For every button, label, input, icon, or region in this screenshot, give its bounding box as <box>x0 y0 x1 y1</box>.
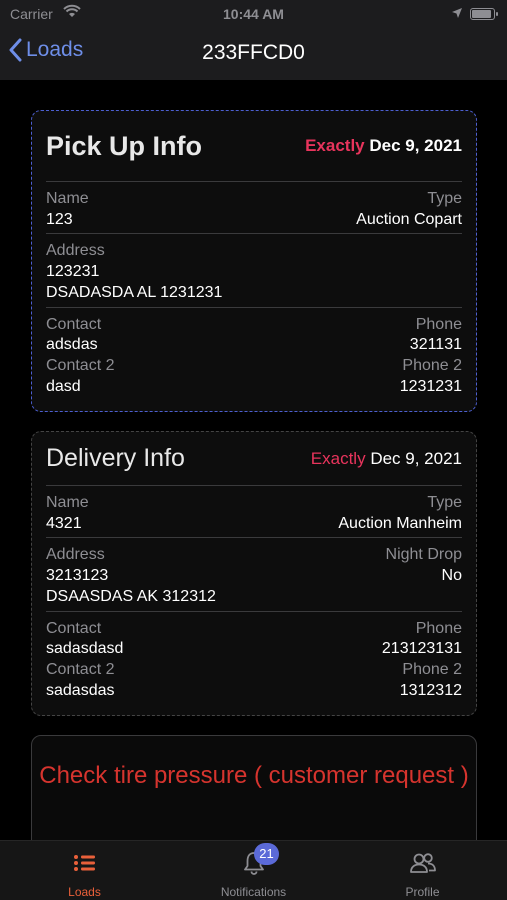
delivery-name-type-section: Name Type 4321 Auction Manheim <box>46 486 462 537</box>
name-label: Name <box>46 494 89 511</box>
note-card: Check tire pressure ( customer request ) <box>31 735 477 840</box>
tab-loads[interactable]: Loads <box>0 841 169 900</box>
battery-icon <box>470 8 498 20</box>
type-label: Type <box>427 494 462 511</box>
tab-profile-label: Profile <box>405 885 440 899</box>
delivery-type-value: Auction Manheim <box>338 514 462 532</box>
name-label: Name <box>46 190 89 207</box>
delivery-address-line2: DSAASDAS AK 312312 <box>46 587 216 605</box>
load-detail-scroll[interactable]: Pick Up Info Exactly Dec 9, 2021 Name Typ… <box>0 80 507 840</box>
pickup-date-qualifier: Exactly <box>305 136 365 155</box>
phone-label: Phone <box>415 315 462 333</box>
pickup-date-value: Dec 9, 2021 <box>369 136 462 155</box>
chevron-left-icon <box>9 38 22 62</box>
clock: 10:44 AM <box>223 6 284 22</box>
pickup-address-line1: 123231 <box>46 263 100 281</box>
pickup-address-section: Address 123231 DSADASDA AL 1231231 <box>46 234 462 306</box>
phone-label: Phone <box>415 619 462 637</box>
delivery-title: Delivery Info <box>46 444 185 472</box>
people-icon <box>338 849 507 877</box>
status-bar: Carrier 10:44 AM <box>0 0 507 28</box>
pickup-contact-value: adsdas <box>46 336 98 354</box>
back-button[interactable]: Loads <box>8 38 83 62</box>
delivery-date-qualifier: Exactly <box>310 448 366 468</box>
tab-bar: Loads Notifications Profile 21 <box>0 840 507 900</box>
pickup-phone2-value[interactable]: 1231231 <box>400 377 462 398</box>
pickup-name-value: 123 <box>46 210 73 228</box>
type-label: Type <box>427 190 462 207</box>
contact2-label: Contact 2 <box>46 660 115 678</box>
contact2-label: Contact 2 <box>46 356 115 374</box>
pickup-title: Pick Up Info <box>46 130 203 161</box>
pickup-contact2-value: dasd <box>46 377 81 395</box>
pickup-type-value: Auction Copart <box>356 210 462 228</box>
pickup-contact-section: Contact Phone adsdas 321131 Contact 2 Phone… <box>46 308 462 401</box>
note-text: Check tire pressure ( customer request ) <box>39 762 469 789</box>
delivery-contact-value: sadasdasd <box>46 640 124 658</box>
delivery-contact-section: Contact Phone sadasdasd 213123131 Contact … <box>46 612 462 705</box>
contact-label: Contact <box>46 619 102 637</box>
navigation-bar: Loads 233FFCD0 <box>0 28 507 80</box>
pickup-name-type-section: Name Type 123 Auction Copart <box>46 182 462 233</box>
phone2-label: Phone 2 <box>402 660 462 678</box>
delivery-address-section: Address Night Drop 3213123 No DSAASDAS AK … <box>46 538 462 610</box>
pickup-date: Exactly Dec 9, 2021 <box>305 136 462 156</box>
phone2-label: Phone 2 <box>402 356 462 374</box>
address-label: Address <box>46 242 105 260</box>
delivery-date-value: Dec 9, 2021 <box>370 448 462 468</box>
delivery-date: Exactly Dec 9, 2021 <box>311 449 462 469</box>
delivery-phone-value[interactable]: 213123131 <box>382 639 462 660</box>
notification-badge: 21 <box>254 843 279 865</box>
night-drop-label: Night Drop <box>385 546 462 564</box>
tab-loads-label: Loads <box>68 885 101 899</box>
address-label: Address <box>46 546 105 564</box>
pickup-phone-value[interactable]: 321131 <box>410 335 462 356</box>
delivery-contact2-value: sadasdas <box>46 681 115 699</box>
tab-notifications-label: Notifications <box>220 885 287 899</box>
delivery-info-card: Delivery Info Exactly Dec 9, 2021 Name Ty… <box>31 431 477 716</box>
tab-profile[interactable]: Profile <box>338 841 507 900</box>
contact-label: Contact <box>46 315 102 333</box>
location-arrow-icon <box>451 6 463 22</box>
delivery-name-value: 4321 <box>46 514 82 532</box>
pickup-address-line2: DSADASDA AL 1231231 <box>46 283 223 301</box>
night-drop-value: No <box>441 567 462 585</box>
delivery-address-line1: 3213123 <box>46 567 109 585</box>
back-button-label: Loads <box>26 38 84 61</box>
list-icon <box>0 849 169 877</box>
delivery-phone2-value[interactable]: 1312312 <box>400 681 462 702</box>
pickup-info-card: Pick Up Info Exactly Dec 9, 2021 Name Typ… <box>31 110 477 412</box>
